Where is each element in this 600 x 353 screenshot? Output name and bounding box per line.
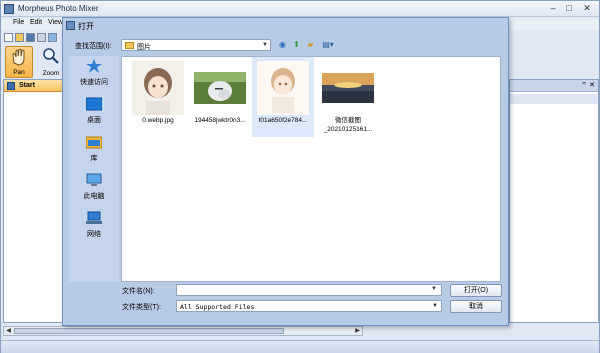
- look-in-label: 查找范围(I):: [75, 43, 112, 50]
- app-title: Morpheus Photo Mixer: [18, 4, 99, 13]
- landscape-thumbnail: [322, 73, 374, 103]
- file-type-select[interactable]: All Supported Files ▼: [176, 300, 442, 312]
- file-name: 微信截图 _20210125161...: [314, 116, 382, 134]
- close-button[interactable]: ✕: [581, 3, 593, 14]
- place-library[interactable]: 库: [69, 132, 119, 168]
- horizontal-scrollbar[interactable]: ◀ ▶: [3, 326, 363, 336]
- file-type-label: 文件类型(T):: [122, 304, 161, 311]
- file-name-line: 微信截图: [335, 117, 361, 124]
- file-type-value: All Supported Files: [180, 303, 255, 311]
- pan-button[interactable]: Pan: [5, 46, 33, 78]
- back-icon[interactable]: ◉: [277, 39, 288, 50]
- scroll-right-icon[interactable]: ▶: [353, 327, 362, 335]
- dialog-title: 打开: [78, 22, 94, 31]
- open-button[interactable]: 打开(O): [450, 284, 502, 297]
- file-name-input[interactable]: [176, 284, 442, 296]
- file-item[interactable]: 194458jwktr0n3...: [189, 57, 251, 137]
- right-panel: ꟸ ✕: [509, 79, 599, 323]
- pan-label: Pan: [13, 69, 25, 76]
- file-list: 0.webp.jpg 194458jwktr0n3... t01a650f2e7…: [121, 56, 501, 282]
- menu-view[interactable]: View: [48, 19, 63, 26]
- place-this-pc[interactable]: 此电脑: [69, 170, 119, 206]
- look-in-select[interactable]: 图片 ▼: [121, 39, 271, 51]
- place-label: 此电脑: [83, 193, 105, 200]
- start-icon: [7, 82, 15, 90]
- desktop-icon: [86, 97, 102, 111]
- place-label: 网络: [87, 231, 101, 238]
- file-name-label: 文件名(N):: [122, 288, 155, 295]
- star-icon: [86, 59, 102, 73]
- start-panel: Start: [3, 79, 63, 323]
- scroll-thumb[interactable]: [14, 328, 284, 334]
- anime-boy-thumbnail: [132, 61, 184, 115]
- tiger-thumbnail: [194, 72, 246, 104]
- dialog-title-bar: 打开: [63, 18, 508, 34]
- menu-file[interactable]: File: [13, 19, 24, 26]
- place-desktop[interactable]: 桌面: [69, 94, 119, 130]
- place-label: 库: [90, 155, 98, 162]
- print-icon[interactable]: [37, 33, 46, 42]
- new-folder-icon[interactable]: ▰: [305, 39, 316, 50]
- chevron-down-icon[interactable]: ▼: [431, 286, 437, 292]
- anime-sketch-thumbnail: [257, 61, 309, 115]
- place-label: 快速访问: [80, 79, 108, 86]
- open-folder-icon[interactable]: [15, 33, 24, 42]
- new-file-icon[interactable]: [4, 33, 13, 42]
- up-folder-icon[interactable]: ⬆: [291, 39, 302, 50]
- place-label: 桌面: [87, 117, 101, 124]
- app-logo-icon: [4, 4, 14, 14]
- library-icon: [86, 136, 102, 149]
- file-item[interactable]: 微信截图 _20210125161...: [314, 57, 382, 137]
- panel-close-icon[interactable]: ✕: [589, 81, 595, 89]
- magnifier-icon: [43, 48, 59, 64]
- maximize-button[interactable]: □: [563, 3, 575, 14]
- tool-ribbon: Pan Zoom: [1, 46, 71, 79]
- save-icon[interactable]: [26, 33, 35, 42]
- start-tab-label: Start: [19, 82, 35, 89]
- scroll-left-icon[interactable]: ◀: [4, 327, 13, 335]
- hand-icon: [12, 48, 25, 66]
- zoom-label: Zoom: [42, 70, 60, 77]
- place-quick-access[interactable]: 快速访问: [69, 56, 119, 92]
- view-menu-icon[interactable]: ▤▾: [320, 39, 336, 50]
- app-title-bar: Morpheus Photo Mixer – □ ✕: [1, 1, 599, 17]
- cancel-button[interactable]: 取消: [450, 300, 502, 313]
- open-file-dialog: 打开 查找范围(I): 图片 ▼ ◉ ⬆ ▰ ▤▾ 快速访问 桌面 库 此电脑 …: [62, 17, 509, 326]
- file-name: 0.webp.jpg: [142, 117, 174, 124]
- minimize-button[interactable]: –: [547, 3, 559, 14]
- chevron-down-icon[interactable]: ▼: [432, 303, 438, 309]
- file-item-selected[interactable]: t01a650f2e784...: [252, 57, 314, 137]
- file-item[interactable]: 0.webp.jpg: [127, 57, 189, 137]
- zoom-button[interactable]: Zoom: [37, 46, 65, 78]
- computer-icon: [86, 173, 102, 186]
- status-bar: [1, 340, 599, 353]
- menu-edit[interactable]: Edit: [30, 19, 42, 26]
- places-bar: 快速访问 桌面 库 此电脑 网络: [69, 56, 119, 282]
- file-name-line: _20210125161...: [323, 126, 373, 133]
- right-panel-header: ꟸ ✕: [510, 80, 598, 92]
- dialog-icon: [66, 21, 75, 30]
- network-icon: [86, 211, 102, 224]
- place-network[interactable]: 网络: [69, 208, 119, 244]
- quick-toolbar: [1, 31, 71, 45]
- pin-icon[interactable]: ꟸ: [582, 81, 586, 89]
- export-icon[interactable]: [48, 33, 57, 42]
- file-name: t01a650f2e784...: [258, 117, 308, 124]
- right-panel-toolbar: [510, 94, 598, 104]
- look-in-value: 图片: [137, 44, 151, 51]
- chevron-down-icon[interactable]: ▼: [262, 42, 268, 48]
- tab-start[interactable]: Start: [4, 80, 62, 92]
- file-name: 194458jwktr0n3...: [194, 117, 246, 124]
- folder-icon: [125, 42, 134, 49]
